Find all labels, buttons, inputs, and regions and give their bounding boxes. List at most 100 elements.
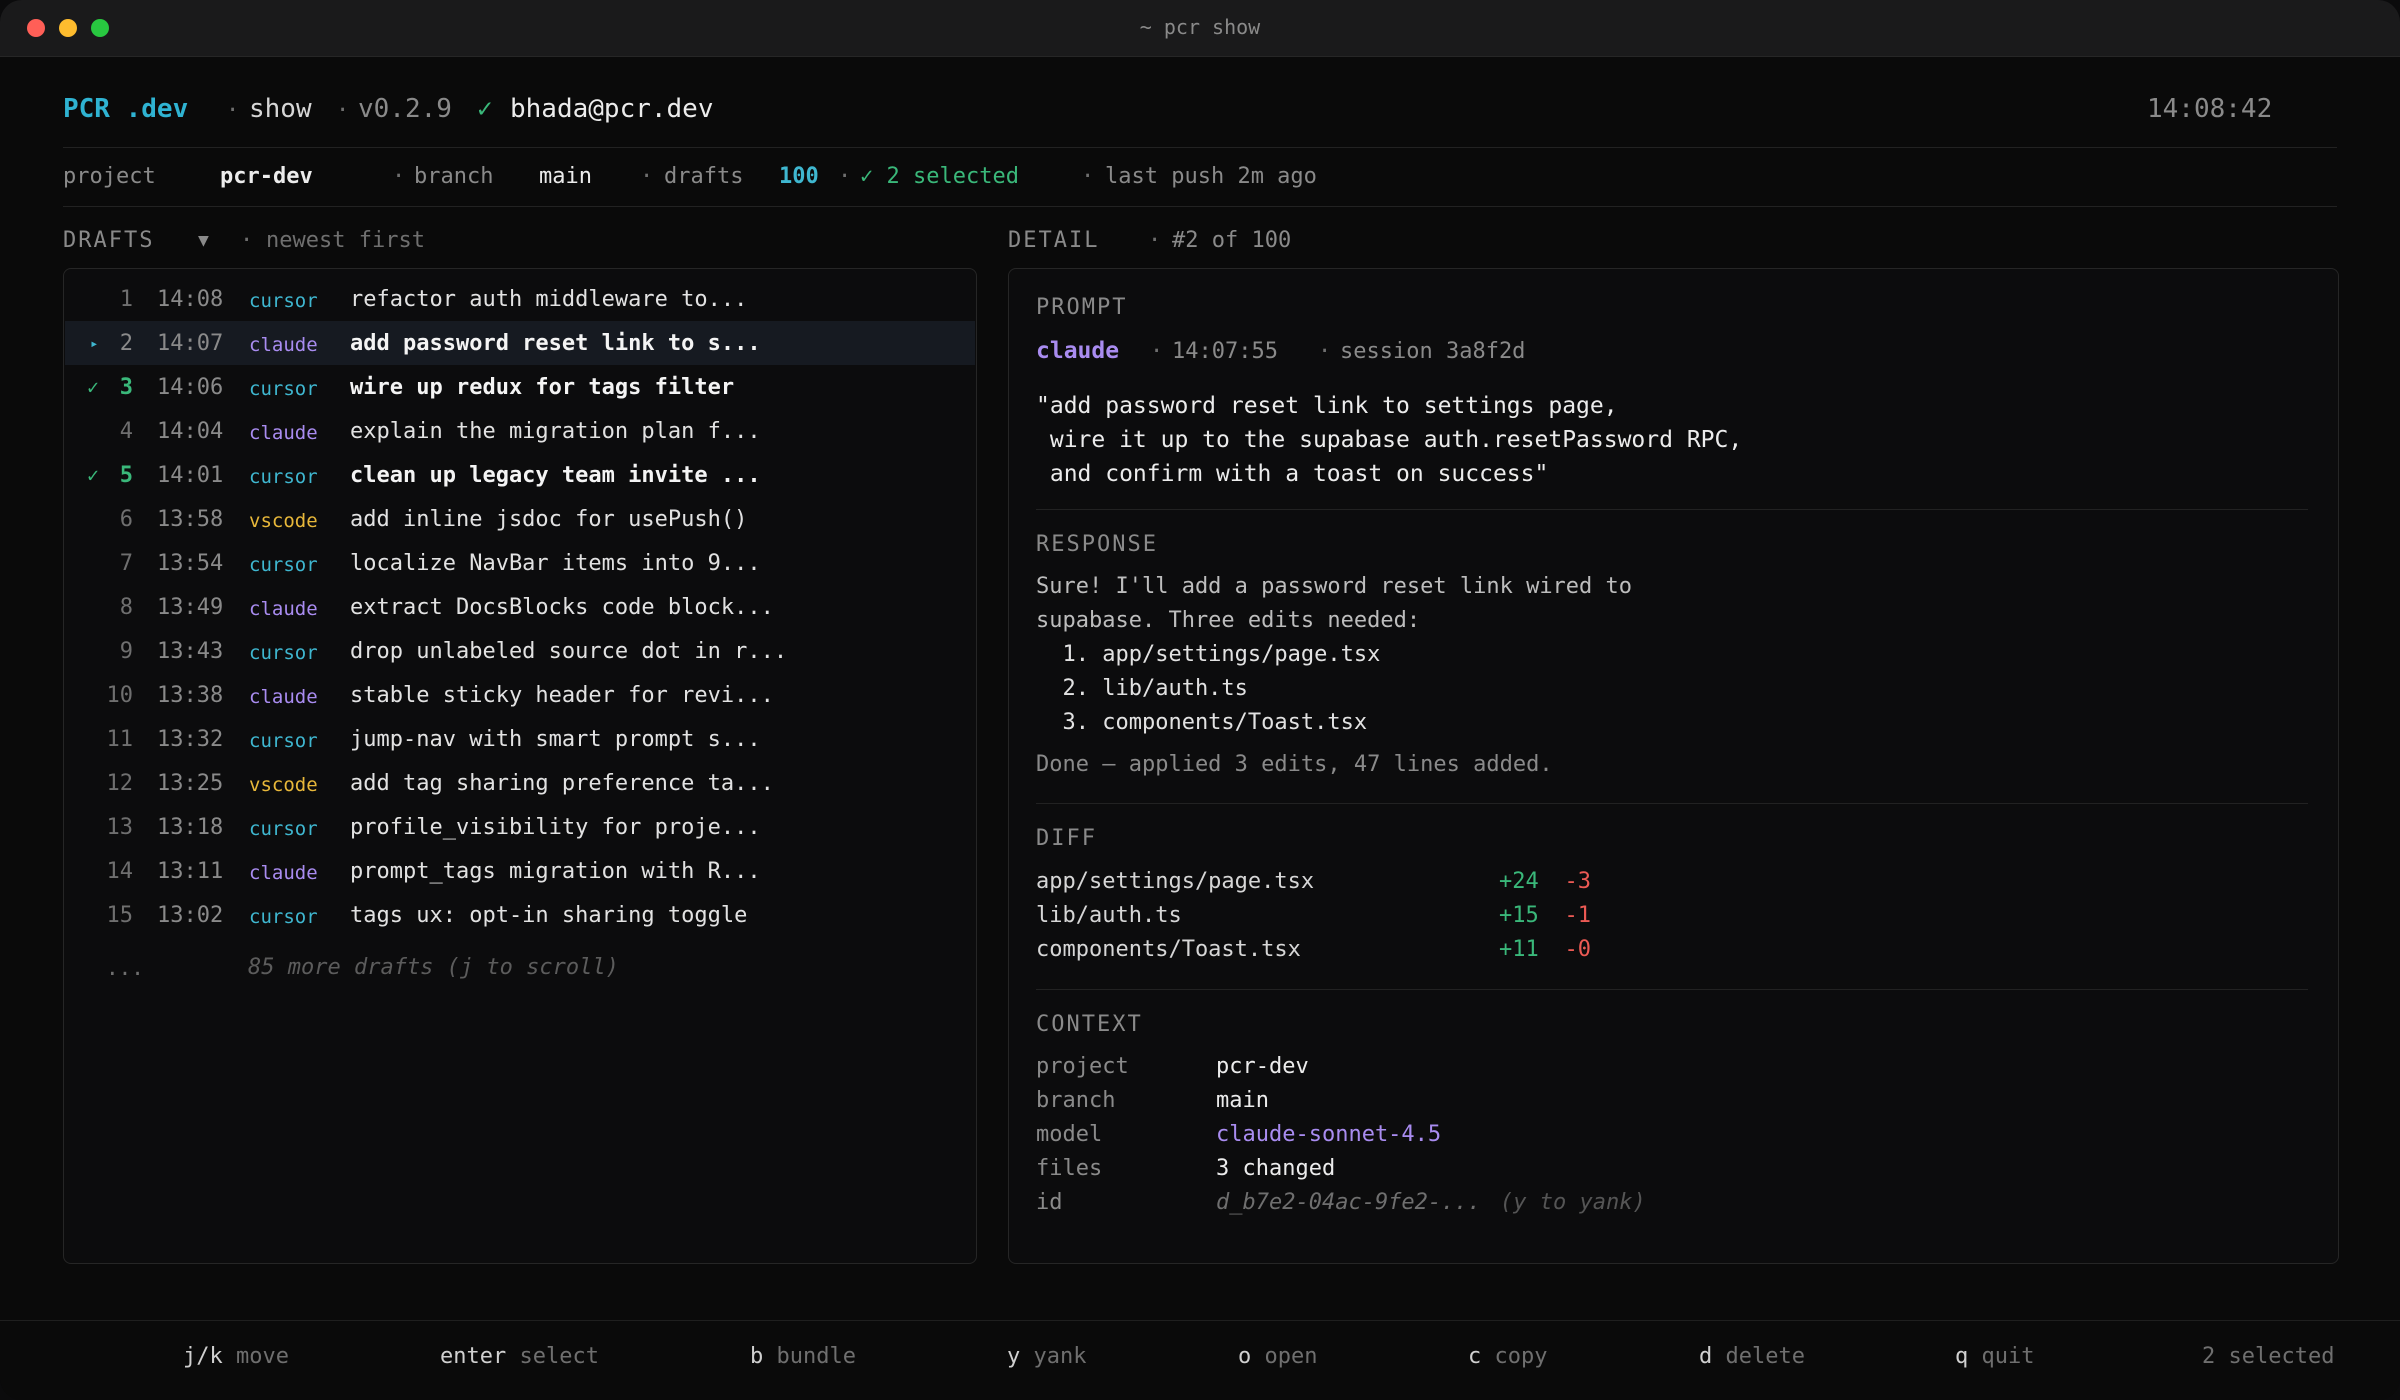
command-name: show [249, 94, 312, 124]
diff-file[interactable]: lib/auth.ts [1036, 903, 1182, 928]
context-label: CONTEXT [1036, 1012, 1143, 1037]
keybinding-delete[interactable]: d delete [1699, 1344, 1805, 1369]
draft-number: 14 [106, 859, 134, 884]
draft-title: explain the migration plan f... [350, 419, 761, 444]
key-action: move [222, 1344, 289, 1369]
context-value: 3 changed [1216, 1156, 1336, 1181]
draft-row[interactable]: 11 13:32 cursor jump-nav with smart prompt … [65, 717, 975, 761]
draft-source: claude [249, 422, 318, 444]
draft-time: 14:07 [157, 331, 224, 356]
draft-row[interactable]: 7 13:54 cursor localize NavBar items into 9… [65, 541, 975, 585]
draft-row[interactable]: 12 13:25 vscode add tag sharing preference … [65, 761, 975, 805]
context-value[interactable]: d_b7e2-04ac-9fe2-... [1216, 1190, 1481, 1215]
draft-time: 13:58 [157, 507, 224, 532]
key-action: select [506, 1344, 599, 1369]
title-bar: ~ pcr show [0, 0, 2400, 57]
draft-number: 8 [119, 595, 133, 620]
diff-deletions: -1 [1564, 903, 1592, 928]
keybinding-select[interactable]: enter select [440, 1344, 599, 1369]
keybinding-yank[interactable]: y yank [1007, 1344, 1086, 1369]
draft-row[interactable]: 14 13:11 claude prompt_tags migration with … [65, 849, 975, 893]
draft-title: clean up legacy team invite ... [350, 463, 761, 488]
divider [1036, 509, 2308, 510]
draft-number: 10 [106, 683, 134, 708]
draft-number: 9 [119, 639, 133, 664]
yank-hint: (y to yank) [1500, 1190, 1646, 1215]
draft-row[interactable]: 1 14:08 cursor refactor auth middleware to.… [65, 277, 975, 321]
user-email: bhada@pcr.dev [510, 94, 714, 124]
detail-title: DETAIL [1008, 228, 1100, 253]
diff-file[interactable]: app/settings/page.tsx [1036, 869, 1314, 894]
separator-dot: · [240, 228, 254, 253]
draft-title: drop unlabeled source dot in r... [350, 639, 788, 664]
draft-time: 13:02 [157, 903, 224, 928]
draft-source: claude [249, 598, 318, 620]
draft-row[interactable]: 13 13:18 cursor profile_visibility for proj… [65, 805, 975, 849]
draft-source: vscode [249, 510, 318, 532]
brand-logo: PCR .dev [63, 94, 188, 124]
context-key: id [1036, 1190, 1063, 1215]
draft-row[interactable]: ✓ 5 14:01 cursor clean up legacy team invite… [65, 453, 975, 497]
key-action: quit [1968, 1344, 2035, 1369]
response-line: 2. lib/auth.ts [1036, 676, 1248, 701]
draft-row[interactable]: 6 13:58 vscode add inline jsdoc for usePush… [65, 497, 975, 541]
separator-dot: · [640, 164, 654, 189]
key-action: copy [1481, 1344, 1548, 1369]
sort-label[interactable]: newest first [266, 228, 425, 253]
keybinding-copy[interactable]: c copy [1468, 1344, 1547, 1369]
drafts-label: drafts [664, 164, 744, 189]
context-value: pcr-dev [1216, 1054, 1309, 1079]
draft-title: stable sticky header for revi... [350, 683, 774, 708]
draft-number: 2 [119, 331, 133, 356]
key-label: d [1699, 1344, 1713, 1369]
draft-row[interactable]: 4 14:04 claude explain the migration plan f… [65, 409, 975, 453]
draft-row[interactable]: ▸ 2 14:07 claude add password reset link to … [65, 321, 975, 365]
draft-row[interactable]: 10 13:38 claude stable sticky header for re… [65, 673, 975, 717]
prompt-line: wire it up to the supabase auth.resetPas… [1036, 427, 1743, 453]
draft-source: cursor [249, 378, 318, 400]
prompt-label: PROMPT [1036, 295, 1128, 320]
draft-source: vscode [249, 774, 318, 796]
keybinding-bundle[interactable]: b bundle [750, 1344, 856, 1369]
response-label: RESPONSE [1036, 532, 1158, 557]
keybinding-quit[interactable]: q quit [1955, 1344, 2034, 1369]
branch-value: main [539, 164, 592, 189]
separator-dot: · [226, 98, 240, 123]
draft-row[interactable]: 9 13:43 cursor drop unlabeled source dot in… [65, 629, 975, 673]
project-value: pcr-dev [220, 164, 313, 189]
separator-dot: · [1081, 164, 1095, 189]
key-label: o [1238, 1344, 1252, 1369]
draft-number: 15 [106, 903, 134, 928]
draft-time: 13:18 [157, 815, 224, 840]
key-label: y [1007, 1344, 1021, 1369]
keybinding-open[interactable]: o open [1238, 1344, 1317, 1369]
window-title: ~ pcr show [1139, 15, 1261, 39]
key-label: q [1955, 1344, 1969, 1369]
draft-source: claude [249, 686, 318, 708]
diff-file[interactable]: components/Toast.tsx [1036, 937, 1301, 962]
sort-caret-icon[interactable]: ▼ [198, 230, 209, 251]
divider [1036, 803, 2308, 804]
clock: 14:08:42 [2147, 94, 2273, 124]
draft-row[interactable]: 8 13:49 claude extract DocsBlocks code bloc… [65, 585, 975, 629]
keybinding-move[interactable]: j/k move [183, 1344, 289, 1369]
draft-time: 13:49 [157, 595, 224, 620]
draft-row[interactable]: 15 13:02 cursor tags ux: opt-in sharing tog… [65, 893, 975, 937]
drafts-count: 100 [779, 164, 819, 189]
drafts-title: DRAFTS [63, 228, 155, 253]
draft-row[interactable]: ✓ 3 14:06 cursor wire up redux for tags filt… [65, 365, 975, 409]
draft-time: 14:06 [157, 375, 224, 400]
draft-time: 13:11 [157, 859, 224, 884]
brand-suffix: .dev [125, 94, 189, 124]
response-line: 1. app/settings/page.tsx [1036, 642, 1381, 667]
draft-time: 13:25 [157, 771, 224, 796]
context-key: branch [1036, 1088, 1116, 1113]
more-drafts-hint[interactable]: 85 more drafts (j to scroll) [248, 955, 619, 980]
agent-name: claude [1036, 338, 1120, 364]
draft-title: wire up redux for tags filter [350, 375, 735, 400]
branch-label: branch [414, 164, 494, 189]
diff-label: DIFF [1036, 826, 1097, 851]
draft-number: 1 [119, 287, 133, 312]
draft-title: add tag sharing preference ta... [350, 771, 774, 796]
draft-time: 14:08 [157, 287, 224, 312]
